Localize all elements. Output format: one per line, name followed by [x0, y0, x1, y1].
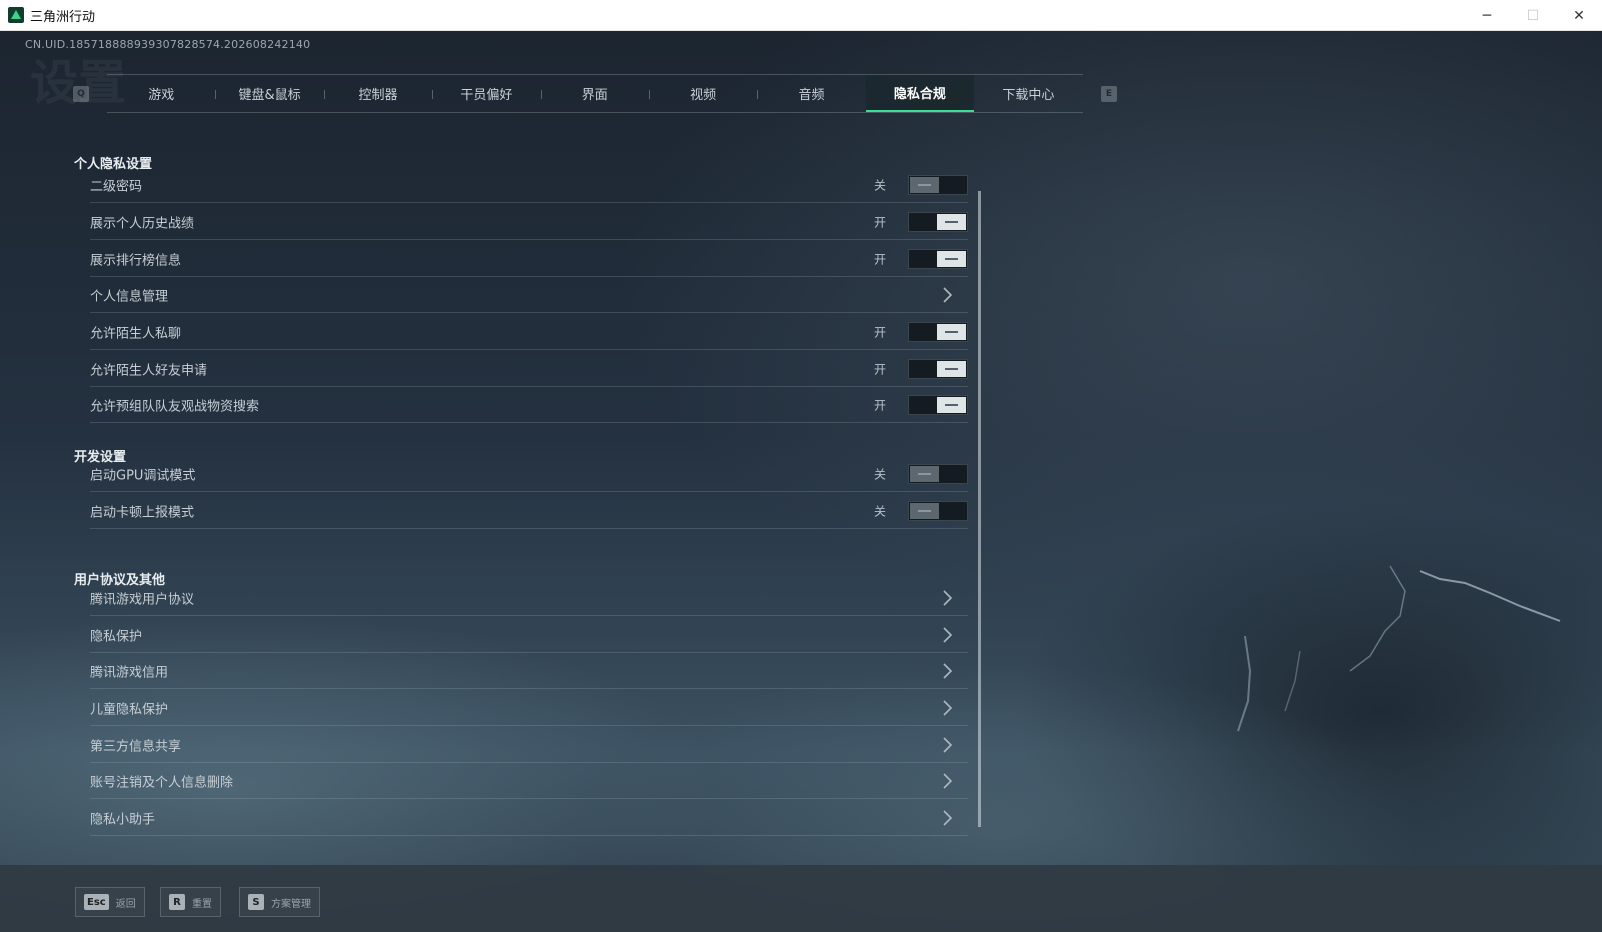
- chevron-right-icon: [940, 699, 954, 717]
- profile-manage-label: 方案管理: [271, 898, 311, 910]
- toggle-knob: [937, 250, 966, 267]
- window-controls: ─ ☐ ✕: [1464, 0, 1602, 31]
- chevron-right-icon: [940, 772, 954, 790]
- setting-label: 个人信息管理: [90, 289, 169, 304]
- toggle-switch[interactable]: [908, 321, 968, 342]
- toggle-knob: [937, 213, 966, 230]
- setting-row-agreements-2[interactable]: 腾讯游戏信用: [90, 653, 968, 689]
- setting-label: 二级密码: [90, 179, 143, 194]
- setting-label: 展示排行榜信息: [90, 253, 182, 268]
- r-key-icon: R: [169, 894, 185, 910]
- setting-row-agreements-6[interactable]: 隐私小助手: [90, 800, 968, 836]
- setting-label: 隐私保护: [90, 629, 143, 644]
- setting-row-dev-0[interactable]: 启动GPU调试模式 关: [90, 456, 968, 492]
- profile-manage-button[interactable]: S 方案管理: [239, 887, 320, 917]
- setting-row-agreements-3[interactable]: 儿童隐私保护: [90, 690, 968, 726]
- chevron-right-icon: [940, 286, 954, 304]
- toggle-state-label: 关: [873, 178, 886, 192]
- toggle-switch[interactable]: [908, 174, 968, 195]
- toggle-knob: [910, 465, 939, 482]
- chevron-right-icon: [940, 736, 954, 754]
- scrollbar-thumb[interactable]: [978, 191, 981, 827]
- toggle-state-label: 关: [873, 467, 886, 481]
- tab-2[interactable]: 控制器: [323, 75, 432, 112]
- tab-next-key-hint[interactable]: E: [1101, 86, 1117, 102]
- tab-3[interactable]: 干员偏好: [432, 75, 540, 112]
- settings-content: 个人隐私设置 二级密码关展示个人历史战绩开展示排行榜信息开个人信息管理 允许陌生人私…: [70, 149, 970, 859]
- setting-label: 腾讯游戏信用: [90, 665, 169, 680]
- toggle-knob: [910, 176, 939, 193]
- setting-label: 允许陌生人私聊: [90, 326, 182, 341]
- tab-8[interactable]: 下载中心: [974, 75, 1082, 112]
- chevron-right-icon: [940, 809, 954, 827]
- maximize-button[interactable]: ☐: [1510, 0, 1556, 31]
- tab-5[interactable]: 视频: [648, 75, 757, 112]
- app-logo-icon: [8, 7, 24, 23]
- tab-4[interactable]: 界面: [540, 75, 649, 112]
- setting-label: 账号注销及个人信息删除: [90, 775, 234, 790]
- setting-row-agreements-4[interactable]: 第三方信息共享: [90, 727, 968, 763]
- back-label: 返回: [115, 898, 136, 910]
- chevron-right-icon: [940, 589, 954, 607]
- setting-label: 隐私小助手: [90, 812, 156, 827]
- setting-row-dev-1[interactable]: 启动卡顿上报模式 关: [90, 493, 968, 529]
- setting-label: 儿童隐私保护: [90, 702, 169, 717]
- tab-prev-key-hint[interactable]: Q: [73, 86, 89, 102]
- toggle-knob: [937, 360, 966, 377]
- toggle-knob: [937, 396, 966, 413]
- toggle-switch[interactable]: [908, 463, 968, 484]
- setting-row-privacy-5[interactable]: 允许陌生人好友申请 开: [90, 351, 968, 387]
- tab-0[interactable]: 游戏: [107, 75, 215, 112]
- bottom-action-bar: Esc 返回 R 重置 S 方案管理: [0, 865, 1602, 932]
- setting-row-agreements-0[interactable]: 腾讯游戏用户协议: [90, 580, 968, 616]
- chevron-right-icon: [940, 662, 954, 680]
- setting-label: 腾讯游戏用户协议: [90, 592, 195, 607]
- toggle-state-label: 开: [873, 362, 886, 376]
- toggle-switch[interactable]: [908, 211, 968, 232]
- uid-label: CN.UID.1857188889393078285­74.2026082421…: [25, 38, 311, 51]
- toggle-knob: [937, 323, 966, 340]
- reset-button[interactable]: R 重置: [160, 887, 221, 917]
- reset-label: 重置: [192, 898, 212, 910]
- setting-label: 第三方信息共享: [90, 739, 182, 754]
- toggle-switch[interactable]: [908, 500, 968, 521]
- setting-row-privacy-1[interactable]: 展示个人历史战绩 开: [90, 204, 968, 240]
- window-titlebar: 三角洲行动 ─ ☐ ✕: [0, 0, 1602, 31]
- setting-row-privacy-6[interactable]: 允许预组队队友观战物资搜索 开: [90, 387, 968, 423]
- setting-label: 启动卡顿上报模式: [90, 505, 195, 520]
- window-title: 三角洲行动: [30, 9, 96, 25]
- toggle-switch[interactable]: [908, 358, 968, 379]
- tab-7[interactable]: 隐私合规: [865, 75, 975, 112]
- toggle-switch[interactable]: [908, 394, 968, 415]
- tab-1[interactable]: 键盘&鼠标: [215, 75, 323, 112]
- setting-row-agreements-5[interactable]: 账号注销及个人信息删除: [90, 763, 968, 799]
- minimize-button[interactable]: ─: [1464, 0, 1510, 31]
- content-scrollbar[interactable]: [978, 191, 981, 827]
- setting-row-privacy-4[interactable]: 允许陌生人私聊 开: [90, 314, 968, 350]
- toggle-state-label: 开: [873, 252, 886, 266]
- toggle-state-label: 开: [873, 215, 886, 229]
- setting-label: 允许预组队队友观战物资搜索: [90, 399, 260, 414]
- back-button[interactable]: Esc 返回: [75, 887, 145, 917]
- tab-6[interactable]: 音频: [757, 75, 865, 112]
- settings-screen: 设置 CN.UID.1857188889393078285­74.2026082…: [0, 31, 1602, 932]
- setting-label: 启动GPU调试模式: [90, 468, 196, 483]
- setting-row-privacy-3[interactable]: 个人信息管理: [90, 277, 968, 313]
- settings-tabbar: 游戏 键盘&鼠标 控制器 干员偏好 界面 视频 音频 隐私合规 下载中心: [107, 74, 1083, 113]
- setting-row-privacy-0[interactable]: 二级密码 关: [90, 167, 968, 203]
- s-key-icon: S: [248, 894, 264, 910]
- toggle-state-label: 开: [873, 325, 886, 339]
- toggle-knob: [910, 502, 939, 519]
- toggle-state-label: 开: [873, 398, 886, 412]
- esc-key-icon: Esc: [84, 894, 109, 910]
- setting-row-privacy-2[interactable]: 展示排行榜信息 开: [90, 241, 968, 277]
- toggle-switch[interactable]: [908, 248, 968, 269]
- setting-label: 展示个人历史战绩: [90, 216, 195, 231]
- close-button[interactable]: ✕: [1556, 0, 1602, 31]
- setting-row-agreements-1[interactable]: 隐私保护: [90, 617, 968, 653]
- setting-label: 允许陌生人好友申请: [90, 363, 208, 378]
- toggle-state-label: 关: [873, 504, 886, 518]
- chevron-right-icon: [940, 626, 954, 644]
